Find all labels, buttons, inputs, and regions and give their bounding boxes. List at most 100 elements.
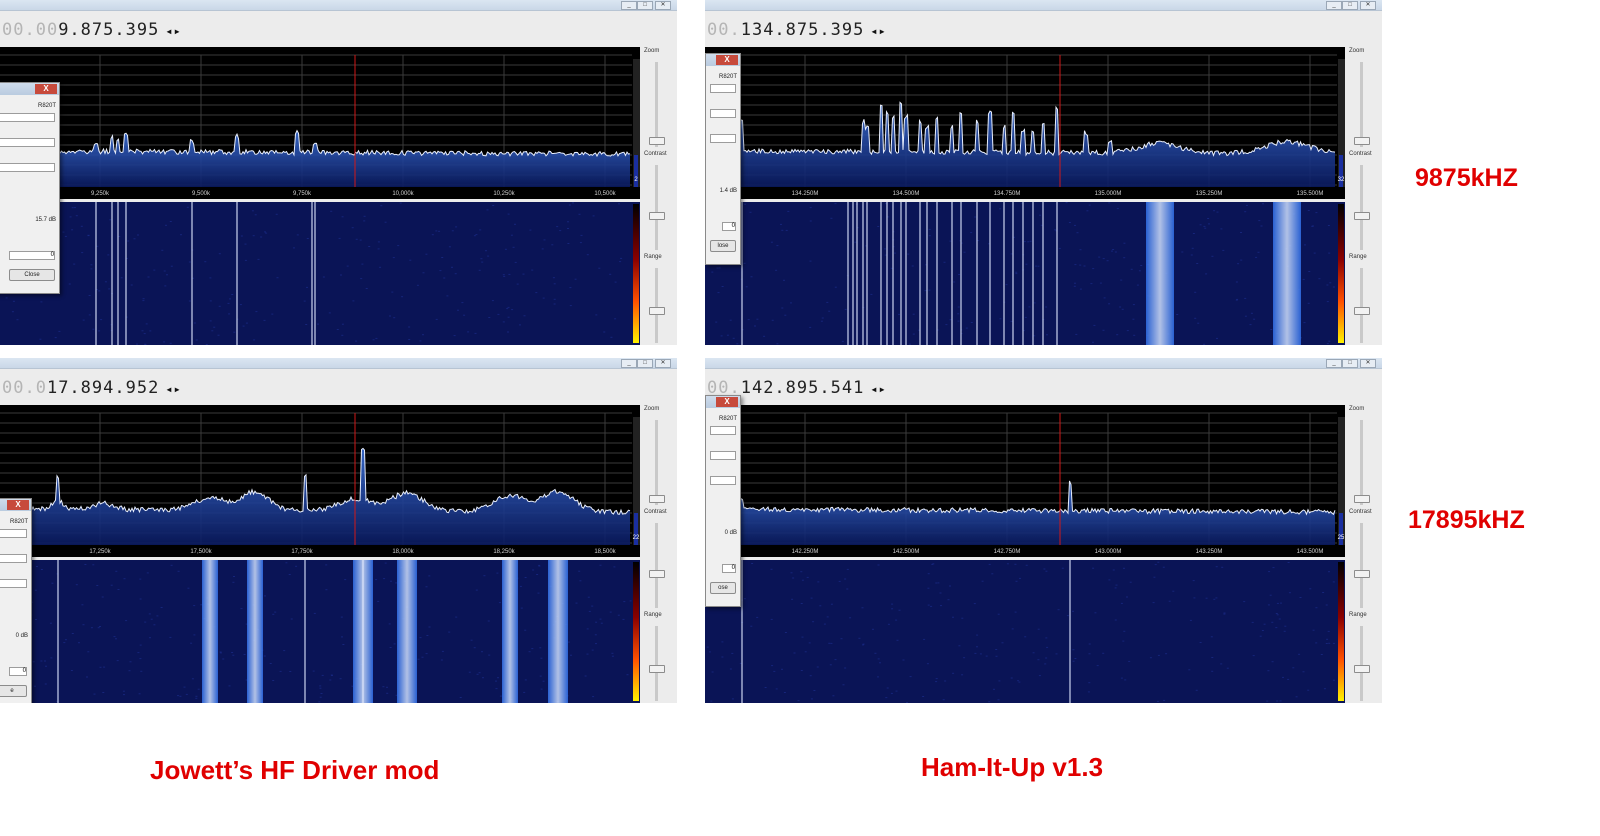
- rtlsdr-settings-dialog[interactable]: X R820T 0 dB 0 ose: [705, 395, 741, 607]
- contrast-slider-track[interactable]: [655, 165, 658, 250]
- frequency-display[interactable]: 00.009.875.395 ◂▸: [2, 20, 182, 40]
- display-controls: Zoom Contrast Range: [1345, 40, 1382, 345]
- close-icon[interactable]: ✕: [655, 1, 671, 10]
- zoom-slider-track[interactable]: [1360, 62, 1363, 147]
- contrast-slider-track[interactable]: [1360, 523, 1363, 608]
- maximize-icon[interactable]: □: [637, 359, 653, 368]
- ppm-stepper[interactable]: 0: [722, 564, 736, 573]
- frequency-display[interactable]: 00.017.894.952 ◂▸: [2, 378, 182, 398]
- waterfall-noise: [443, 277, 446, 279]
- waterfall-display[interactable]: [0, 560, 640, 703]
- waterfall-noise: [553, 283, 556, 285]
- waterfall-display[interactable]: [705, 560, 1345, 703]
- waterfall-noise: [264, 231, 266, 233]
- sampling-mode-select[interactable]: [710, 476, 736, 485]
- range-slider-track[interactable]: [1360, 268, 1363, 343]
- dialog-close-button[interactable]: e: [0, 685, 27, 697]
- spectrum-analyzer[interactable]: 142.250M 142.500M 142.750M 143.000M 143.250M…: [705, 405, 1345, 557]
- ppm-stepper[interactable]: 0: [9, 251, 55, 260]
- contrast-slider-thumb[interactable]: [1354, 570, 1370, 578]
- zoom-slider-thumb[interactable]: [649, 495, 665, 503]
- waterfall-display[interactable]: [0, 202, 640, 345]
- minimize-icon[interactable]: _: [1326, 1, 1342, 10]
- spectrum-analyzer[interactable]: 134.250M 134.500M 134.750M 135.000M 135.250M…: [705, 47, 1345, 199]
- zoom-slider-track[interactable]: [655, 62, 658, 147]
- dialog-close-icon[interactable]: X: [35, 84, 57, 94]
- close-icon[interactable]: ✕: [1360, 1, 1376, 10]
- dialog-close-button[interactable]: ose: [710, 582, 736, 594]
- waterfall-noise: [372, 339, 375, 341]
- waterfall-noise: [1044, 663, 1047, 665]
- zoom-slider-track[interactable]: [1360, 420, 1363, 505]
- ppm-stepper[interactable]: 0: [9, 667, 27, 676]
- tune-arrows-icon[interactable]: ◂▸: [870, 382, 886, 396]
- range-slider-track[interactable]: [655, 268, 658, 343]
- ppm-stepper[interactable]: 0: [722, 222, 736, 231]
- rtlsdr-settings-dialog[interactable]: X R820T 15.7 dB 0 Close: [0, 82, 60, 294]
- zoom-slider-thumb[interactable]: [1354, 495, 1370, 503]
- range-slider-thumb[interactable]: [1354, 665, 1370, 673]
- minimize-icon[interactable]: _: [621, 359, 637, 368]
- window-titlebar[interactable]: _ □ ✕: [0, 0, 677, 11]
- minimize-icon[interactable]: _: [1326, 359, 1342, 368]
- minimize-icon[interactable]: _: [621, 1, 637, 10]
- sample-rate-select[interactable]: [710, 109, 736, 118]
- zoom-slider-thumb[interactable]: [649, 137, 665, 145]
- waterfall-noise: [542, 680, 545, 682]
- dialog-close-button[interactable]: lose: [710, 240, 736, 252]
- waterfall-noise: [54, 337, 57, 339]
- close-icon[interactable]: ✕: [1360, 359, 1376, 368]
- maximize-icon[interactable]: □: [637, 1, 653, 10]
- device-select[interactable]: [710, 84, 736, 93]
- waterfall-noise: [784, 632, 787, 633]
- range-slider-thumb[interactable]: [649, 665, 665, 673]
- close-icon[interactable]: ✕: [655, 359, 671, 368]
- waterfall-noise: [435, 318, 438, 320]
- waterfall-noise: [743, 598, 746, 600]
- dialog-close-icon[interactable]: X: [716, 55, 738, 65]
- contrast-slider-track[interactable]: [655, 523, 658, 608]
- waterfall-noise: [1223, 613, 1226, 615]
- maximize-icon[interactable]: □: [1342, 359, 1358, 368]
- contrast-slider-thumb[interactable]: [1354, 212, 1370, 220]
- waterfall-noise: [275, 213, 278, 215]
- contrast-slider-track[interactable]: [1360, 165, 1363, 250]
- sampling-mode-select[interactable]: [0, 579, 27, 588]
- range-slider-track[interactable]: [655, 626, 658, 701]
- frequency-display[interactable]: 00.134.875.395 ◂▸: [707, 20, 887, 40]
- range-slider-thumb[interactable]: [1354, 307, 1370, 315]
- range-slider-thumb[interactable]: [649, 307, 665, 315]
- waterfall-display[interactable]: [705, 202, 1345, 345]
- device-select[interactable]: [710, 426, 736, 435]
- device-select[interactable]: [0, 529, 27, 538]
- rtlsdr-settings-dialog[interactable]: X R820T 1.4 dB 0 lose: [705, 53, 741, 265]
- waterfall-noise: [619, 261, 622, 263]
- spectrum-analyzer[interactable]: 9,250k 9,500k 9,750k 10,000k 10,250k 10,500k 2: [0, 47, 640, 199]
- device-select[interactable]: [0, 113, 55, 122]
- sampling-mode-select[interactable]: [0, 163, 55, 172]
- contrast-slider-thumb[interactable]: [649, 212, 665, 220]
- tune-arrows-icon[interactable]: ◂▸: [870, 24, 886, 38]
- rtlsdr-settings-dialog[interactable]: X R820T 0 dB 0 e: [0, 498, 32, 703]
- window-titlebar[interactable]: _ □ ✕: [705, 0, 1382, 11]
- spectrum-analyzer[interactable]: 17,250k 17,500k 17,750k 18,000k 18,250k 18,50…: [0, 405, 640, 557]
- frequency-value: 142.895.541: [740, 378, 865, 398]
- zoom-slider-thumb[interactable]: [1354, 137, 1370, 145]
- zoom-slider-track[interactable]: [655, 420, 658, 505]
- tune-arrows-icon[interactable]: ◂▸: [165, 382, 181, 396]
- sample-rate-select[interactable]: [710, 451, 736, 460]
- sample-rate-select[interactable]: [0, 554, 27, 563]
- contrast-slider-thumb[interactable]: [649, 570, 665, 578]
- tune-arrows-icon[interactable]: ◂▸: [165, 24, 181, 38]
- dialog-close-icon[interactable]: X: [716, 397, 738, 407]
- maximize-icon[interactable]: □: [1342, 1, 1358, 10]
- waterfall-noise: [467, 331, 470, 333]
- range-slider-track[interactable]: [1360, 626, 1363, 701]
- window-titlebar[interactable]: _ □ ✕: [705, 358, 1382, 369]
- sampling-mode-select[interactable]: [710, 134, 736, 143]
- window-titlebar[interactable]: _ □ ✕: [0, 358, 677, 369]
- dialog-close-button[interactable]: Close: [9, 269, 55, 281]
- waterfall-noise: [511, 309, 514, 311]
- dialog-close-icon[interactable]: X: [7, 500, 29, 510]
- sample-rate-select[interactable]: [0, 138, 55, 147]
